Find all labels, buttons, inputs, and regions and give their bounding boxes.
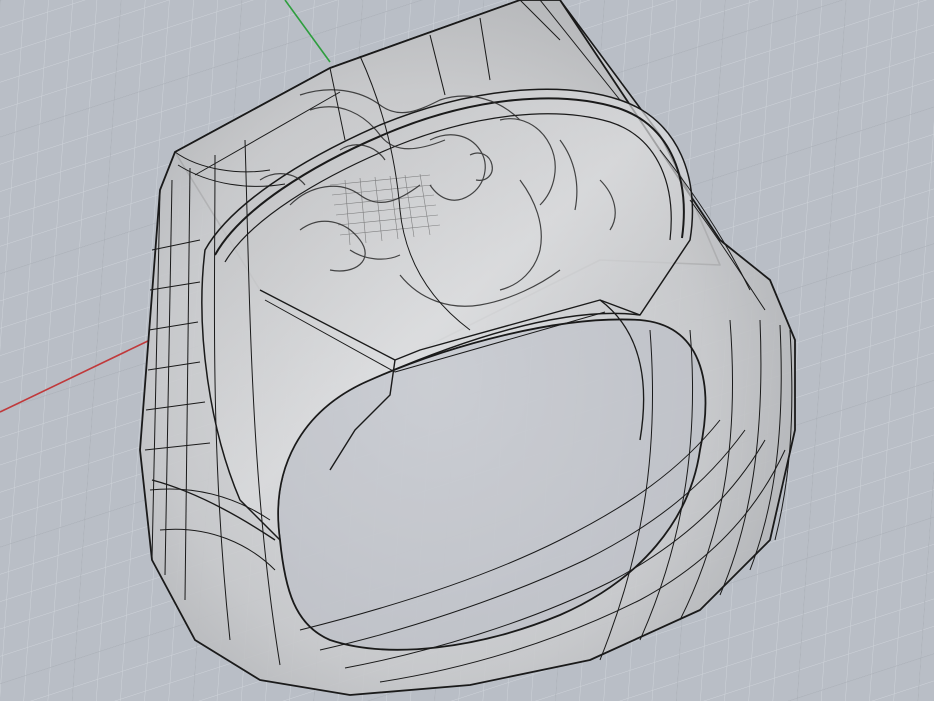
rhino-perspective-viewport[interactable] [0, 0, 934, 701]
